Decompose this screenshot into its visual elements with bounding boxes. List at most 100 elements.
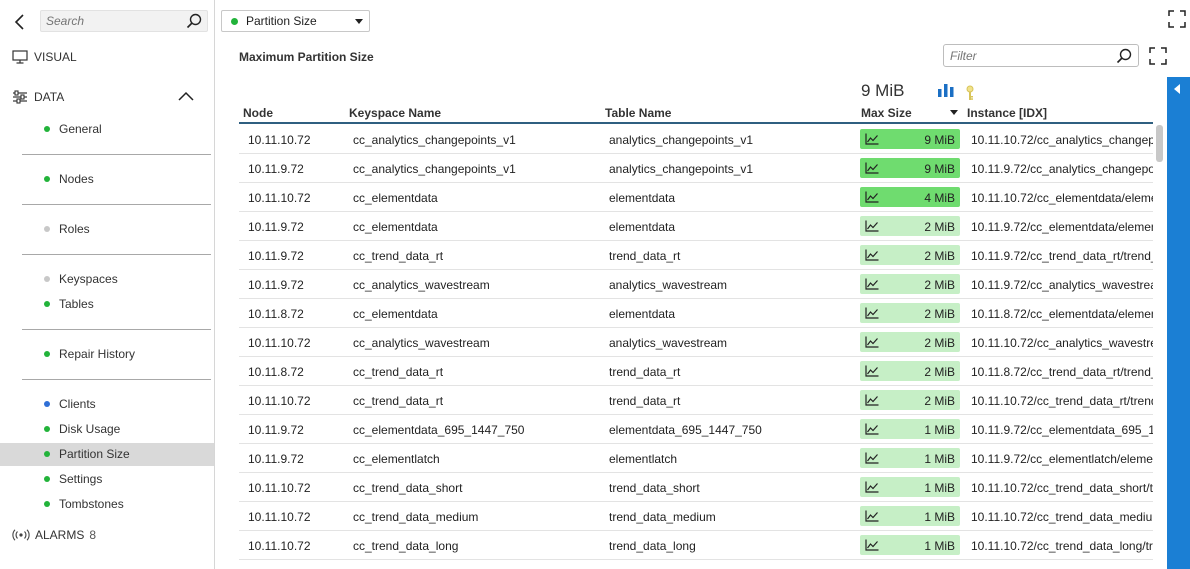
table-row[interactable]: 10.11.10.72 cc_trend_data_medium trend_dat… [239,502,1153,531]
table-row[interactable]: 10.11.10.72 cc_analytics_wavestream analyt… [239,328,1153,357]
table-scrollbar[interactable] [1156,125,1163,569]
trend-line-icon[interactable] [865,452,879,464]
sidebar-item-tables[interactable]: Tables [44,294,94,314]
table-row[interactable]: 10.11.9.72 cc_trend_data_rt trend_data_rt 2… [239,241,1153,270]
side-panel-toggle[interactable] [1167,77,1190,569]
trend-line-icon[interactable] [865,249,879,261]
max-size-cell[interactable]: 2 MiB [860,216,960,236]
table-row[interactable]: 10.11.9.72 cc_elementlatch elementlatch 1 M… [239,444,1153,473]
max-size-cell[interactable]: 9 MiB [860,158,960,178]
nav-visual[interactable]: VISUAL [12,50,77,64]
panel-fullscreen-button[interactable] [1149,47,1167,65]
cell-node: 10.11.9.72 [248,162,304,176]
max-size-cell[interactable]: 1 MiB [860,535,960,555]
filter-input[interactable] [944,45,1112,66]
data-type-selector[interactable]: Partition Size [221,10,370,32]
sidebar: VISUAL DATA General Nodes Roles Keyspaces Ta… [0,0,215,569]
max-size-cell[interactable]: 1 MiB [860,477,960,497]
summary-max-value: 9 MiB [861,81,905,100]
table-row[interactable]: 10.11.8.72 cc_trend_data_rt trend_data_rt 2… [239,357,1153,386]
column-instance[interactable]: Instance [IDX] [967,106,1047,120]
sidebar-item-nodes[interactable]: Nodes [44,169,94,189]
max-size-cell[interactable]: 4 MiB [860,187,960,207]
cell-keyspace: cc_elementlatch [353,452,440,466]
trend-line-icon[interactable] [865,162,879,174]
sidebar-item-roles[interactable]: Roles [44,219,90,239]
status-dot [44,401,50,407]
trend-line-icon[interactable] [865,133,879,145]
table-row[interactable]: 10.11.9.72 cc_analytics_wavestream analyti… [239,270,1153,299]
back-button[interactable] [10,12,30,32]
max-size-value: 2 MiB [924,394,955,408]
max-size-cell[interactable]: 2 MiB [860,303,960,323]
search-icon[interactable] [186,13,202,29]
cell-keyspace: cc_analytics_changepoints_v1 [353,133,516,147]
sidebar-search-input[interactable] [41,11,181,31]
table-row[interactable]: 10.11.9.72 cc_elementdata_695_1447_750 ele… [239,415,1153,444]
table-row[interactable]: 10.11.10.72 cc_trend_data_rt trend_data_rt… [239,386,1153,415]
search-icon[interactable] [1116,48,1132,64]
key-button[interactable] [965,85,975,101]
trend-line-icon[interactable] [865,336,879,348]
max-size-cell[interactable]: 1 MiB [860,506,960,526]
trend-line-icon[interactable] [865,307,879,319]
trend-line-icon[interactable] [865,394,879,406]
table-row[interactable]: 10.11.10.72 cc_analytics_changepoints_v1 a… [239,125,1153,154]
table-row[interactable]: 10.11.10.72 cc_elementdata elementdata 4 Mi… [239,183,1153,212]
trend-line-icon[interactable] [865,278,879,290]
max-size-cell[interactable]: 9 MiB [860,129,960,149]
max-size-cell[interactable]: 2 MiB [860,390,960,410]
chevron-up-icon [178,91,194,101]
trend-line-icon[interactable] [865,510,879,522]
max-size-cell[interactable]: 1 MiB [860,448,960,468]
trend-line-icon[interactable] [865,365,879,377]
trend-line-icon[interactable] [865,423,879,435]
trend-line-icon[interactable] [865,191,879,203]
sidebar-item-disk-usage[interactable]: Disk Usage [44,419,120,439]
collapse-data-button[interactable] [177,89,195,103]
trend-line-icon[interactable] [865,481,879,493]
max-size-cell[interactable]: 2 MiB [860,332,960,352]
cell-instance: 10.11.10.72/cc_trend_data_short/trend_da… [971,481,1153,495]
column-max-size[interactable]: Max Size [861,106,912,120]
trend-line-icon[interactable] [865,220,879,232]
max-size-cell[interactable]: 2 MiB [860,274,960,294]
column-table[interactable]: Table Name [605,106,671,120]
table-row[interactable]: 10.11.9.72 cc_elementdata elementdata 2 MiB… [239,212,1153,241]
cell-table: elementlatch [609,452,678,466]
trend-line-icon[interactable] [865,539,879,551]
fullscreen-button[interactable] [1168,10,1186,28]
sidebar-item-clients[interactable]: Clients [44,394,96,414]
sidebar-item-partition-size[interactable]: Partition Size [44,444,130,464]
table-row[interactable]: 10.11.8.72 cc_elementdata elementdata 2 MiB… [239,299,1153,328]
column-node[interactable]: Node [243,106,273,120]
cell-keyspace: cc_elementdata_695_1447_750 [353,423,525,437]
cell-instance: 10.11.10.72/cc_elementdata/elementdata [971,191,1153,205]
sort-desc-icon[interactable] [950,110,958,115]
sidebar-item-label: General [59,122,102,136]
cell-instance: 10.11.10.72/cc_trend_data_medium/trend_d… [971,510,1153,524]
cell-table: trend_data_rt [609,365,681,379]
sidebar-item-tombstones[interactable]: Tombstones [44,494,124,514]
sidebar-item-general[interactable]: General [44,119,102,139]
table-row[interactable]: 10.11.10.72 cc_trend_data_short trend_data… [239,473,1153,502]
sidebar-item-label: Repair History [59,347,136,361]
table-row[interactable]: 10.11.9.72 cc_analytics_changepoints_v1 an… [239,154,1153,183]
status-dot [44,276,50,282]
bar-chart-button[interactable] [937,83,955,97]
sidebar-item-keyspaces[interactable]: Keyspaces [44,269,118,289]
sidebar-item-settings[interactable]: Settings [44,469,102,489]
column-keyspace[interactable]: Keyspace Name [349,106,441,120]
status-dot [44,501,50,507]
sidebar-item-repair-history[interactable]: Repair History [44,344,135,364]
nav-alarms[interactable]: ALARMS 8 [12,528,96,542]
nav-data[interactable]: DATA [12,90,64,104]
cell-table: analytics_changepoints_v1 [609,162,754,176]
max-size-cell[interactable]: 1 MiB [860,419,960,439]
max-size-cell[interactable]: 2 MiB [860,245,960,265]
cell-table: elementdata [609,191,676,205]
max-size-value: 1 MiB [924,539,955,553]
max-size-cell[interactable]: 2 MiB [860,361,960,381]
table-row[interactable]: 10.11.10.72 cc_trend_data_long trend_data_… [239,531,1153,560]
scrollbar-thumb[interactable] [1156,125,1163,162]
